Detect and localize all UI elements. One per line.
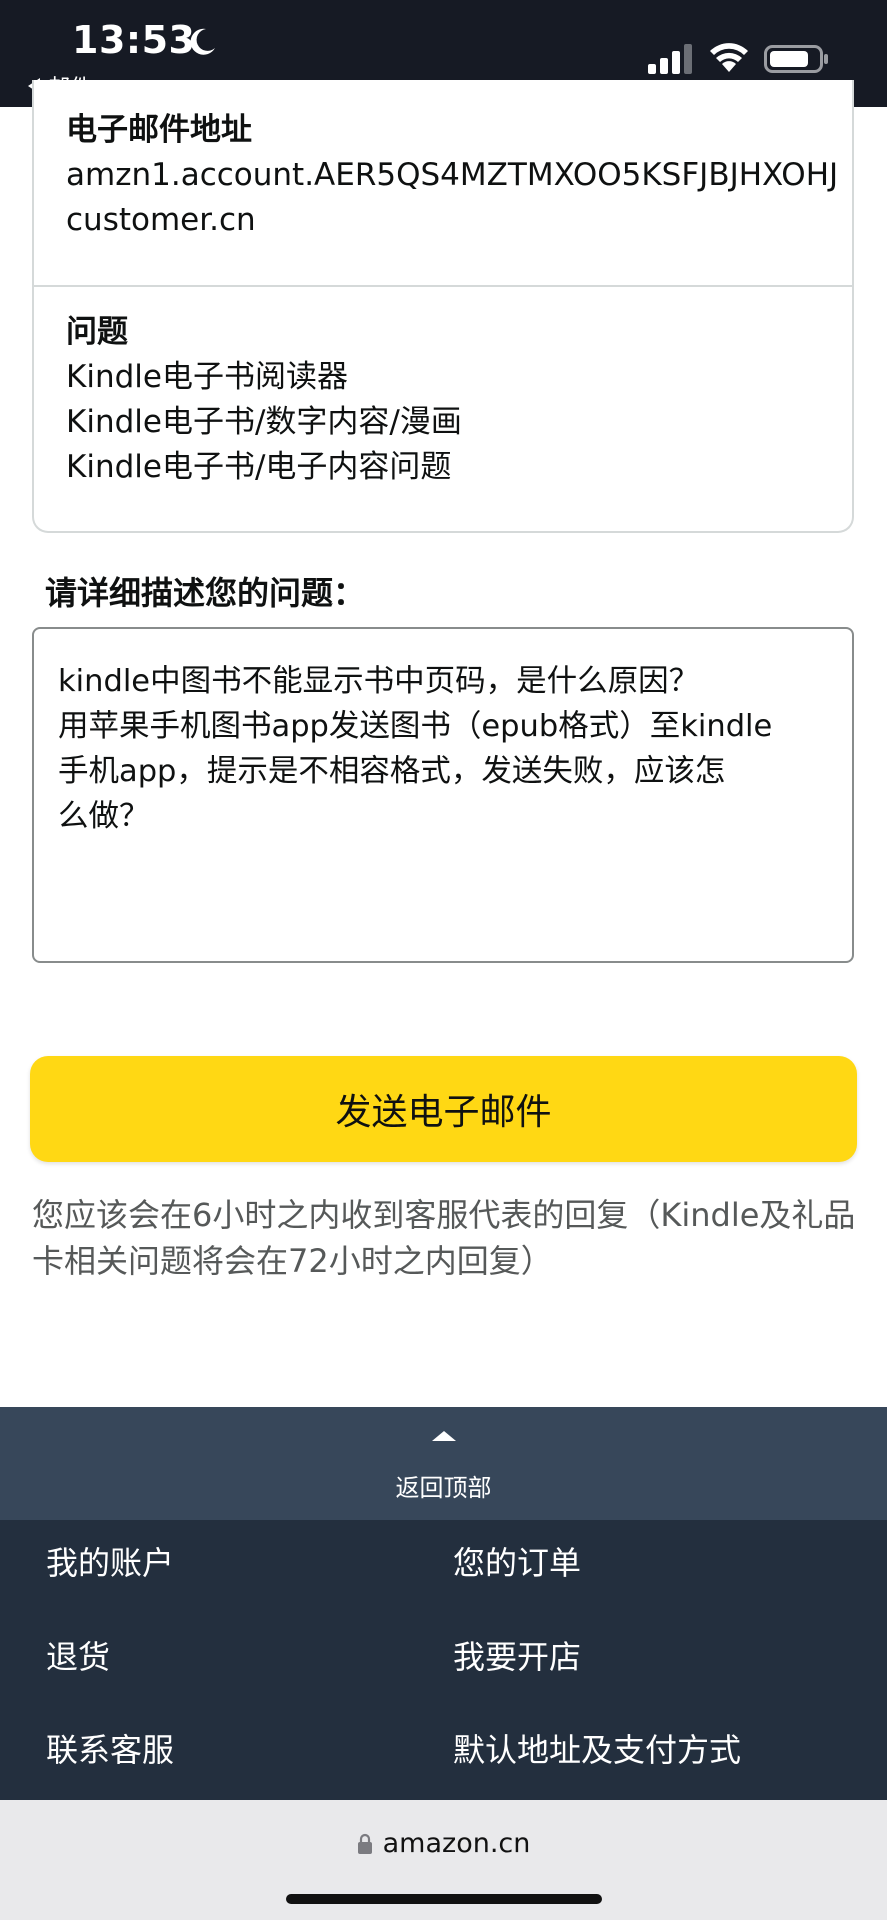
cellular-signal-icon: [648, 44, 692, 74]
url-field[interactable]: amazon.cn: [0, 1828, 887, 1859]
back-to-top-label: 返回顶部: [395, 1474, 492, 1502]
issue-section: 问题 Kindle电子书阅读器 Kindle电子书/数字内容/漫画 Kindle…: [34, 309, 852, 490]
lock-icon: [357, 1833, 372, 1854]
email-line-2: customer.cn: [66, 202, 256, 238]
issue-line-2: Kindle电子书/数字内容/漫画: [66, 404, 462, 440]
footer-link-address-payment[interactable]: 默认地址及支付方式: [453, 1725, 741, 1771]
send-email-button[interactable]: 发送电子邮件: [30, 1056, 857, 1162]
footer-nav: 我的账户 您的订单 退货 我要开店 联系客服 默认地址及支付方式: [0, 1520, 887, 1800]
back-to-top-button[interactable]: 返回顶部: [0, 1407, 887, 1520]
contact-info-card: 电子邮件地址 amzn1.account.AER5QS4MZTMXOO5KSFJ…: [32, 80, 854, 533]
description-textarea[interactable]: kindle中图书不能显示书中页码，是什么原因？ 用苹果手机图书app发送图书（…: [32, 627, 854, 963]
description-label: 请详细描述您的问题：: [45, 574, 366, 612]
email-line-1: amzn1.account.AER5QS4MZTMXOO5KSFJBJHXOHJ: [66, 157, 839, 193]
footer-link-returns[interactable]: 退货: [46, 1632, 110, 1678]
status-time: 13:53: [72, 18, 196, 62]
url-text: amazon.cn: [382, 1828, 531, 1859]
browser-address-bar: amazon.cn: [0, 1800, 887, 1920]
footer-link-orders[interactable]: 您的订单: [453, 1538, 581, 1584]
moon-icon: [190, 28, 215, 55]
issue-line-1: Kindle电子书阅读器: [66, 359, 348, 395]
wifi-icon: [710, 43, 748, 72]
footer-link-customer-service[interactable]: 联系客服: [46, 1725, 174, 1771]
footer-link-my-account[interactable]: 我的账户: [46, 1538, 174, 1584]
issue-title: 问题: [66, 314, 128, 350]
footer-link-open-store[interactable]: 我要开店: [453, 1632, 581, 1678]
battery-icon: [764, 45, 828, 73]
home-indicator[interactable]: [286, 1894, 602, 1904]
email-title: 电子邮件地址: [66, 112, 252, 148]
reply-time-note: 您应该会在6小时之内收到客服代表的回复（Kindle及礼品卡相关问题将会在72小…: [32, 1196, 856, 1280]
caret-up-icon: [432, 1431, 456, 1441]
issue-line-3: Kindle电子书/电子内容问题: [66, 449, 452, 485]
email-section: 电子邮件地址 amzn1.account.AER5QS4MZTMXOO5KSFJ…: [34, 107, 852, 287]
